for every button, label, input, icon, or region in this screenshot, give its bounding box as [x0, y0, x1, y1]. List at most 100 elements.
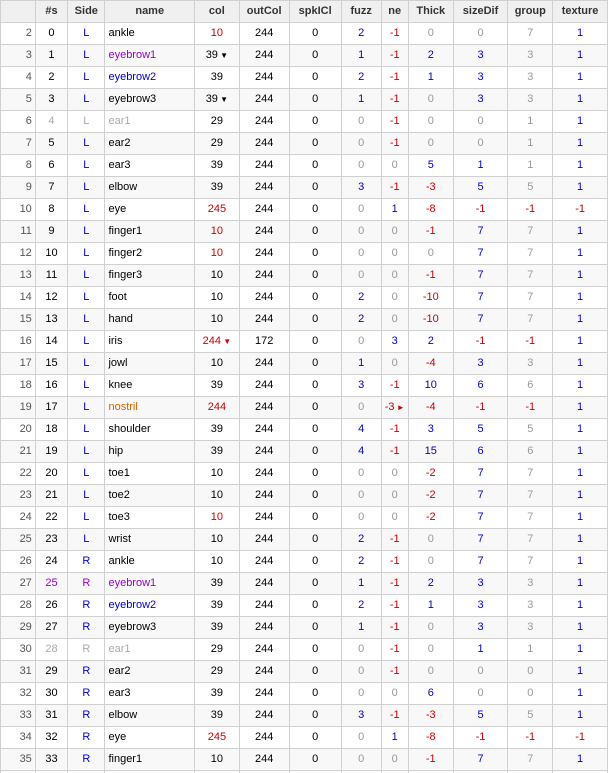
header-fuzz[interactable]: fuzz — [341, 1, 381, 23]
table-row[interactable]: 3129Rear22924400-10001 — [1, 661, 608, 683]
cell-spklci: 0 — [289, 617, 341, 639]
cell-name: ear1 — [105, 111, 195, 133]
header-group[interactable]: group — [508, 1, 553, 23]
cell-rownum: 23 — [1, 485, 36, 507]
cell-sizedif: 1 — [453, 639, 508, 661]
header-col[interactable]: col — [195, 1, 240, 23]
header-texture[interactable]: texture — [553, 1, 608, 23]
header-thick[interactable]: Thick — [408, 1, 453, 23]
cell-thick: -2 — [408, 485, 453, 507]
cell-col: 10 — [195, 243, 240, 265]
table-row[interactable]: 1816Lknee3924403-110661 — [1, 375, 608, 397]
cell-rownum: 35 — [1, 749, 36, 771]
cell-sizedif: 1 — [453, 155, 508, 177]
cell-group: 7 — [508, 485, 553, 507]
cell-texture: 1 — [553, 243, 608, 265]
cell-texture: 1 — [553, 287, 608, 309]
cell-fuzz: 2 — [341, 551, 381, 573]
cell-col: 10 — [195, 507, 240, 529]
cell-col: 244 — [195, 397, 240, 419]
table-row[interactable]: 75Lear22924400-10011 — [1, 133, 608, 155]
cell-fuzz: 2 — [341, 595, 381, 617]
header-outcol[interactable]: outCol — [239, 1, 289, 23]
cell-thick: 2 — [408, 573, 453, 595]
cell-side: L — [68, 177, 105, 199]
table-row[interactable]: 1311Lfinger310244000-1771 — [1, 265, 608, 287]
cell-sizedif: 5 — [453, 177, 508, 199]
cell-side: L — [68, 507, 105, 529]
table-row[interactable]: 53Leyebrow339 ▼24401-10331 — [1, 89, 608, 111]
table-row[interactable]: 119Lfinger110244000-1771 — [1, 221, 608, 243]
cell-texture: 1 — [553, 661, 608, 683]
cell-ne: 0 — [381, 749, 408, 771]
header-sizedif[interactable]: sizeDif — [453, 1, 508, 23]
table-row[interactable]: 2220Ltoe110244000-2771 — [1, 463, 608, 485]
cell-name: nostril — [105, 397, 195, 419]
table-row[interactable]: 2725Reyebrow13924401-12331 — [1, 573, 608, 595]
cell-name: jowl — [105, 353, 195, 375]
table-row[interactable]: 3331Relbow3924403-1-3551 — [1, 705, 608, 727]
cell-col: 10 — [195, 749, 240, 771]
header-s[interactable]: #s — [35, 1, 67, 23]
cell-outcol: 244 — [239, 463, 289, 485]
table-row[interactable]: 3432Reye245244001-8-1-1-1 — [1, 727, 608, 749]
header-name[interactable]: name — [105, 1, 195, 23]
cell-outcol: 244 — [239, 727, 289, 749]
table-row[interactable]: 86Lear3392440005111 — [1, 155, 608, 177]
cell-spklci: 0 — [289, 441, 341, 463]
table-row[interactable]: 3533Rfinger110244000-1771 — [1, 749, 608, 771]
table-row[interactable]: 2321Ltoe210244000-2771 — [1, 485, 608, 507]
table-row[interactable]: 1614Liris244 ▼1720032-1-11 — [1, 331, 608, 353]
cell-side: L — [68, 45, 105, 67]
cell-s: 12 — [35, 287, 67, 309]
table-row[interactable]: 2119Lhip3924404-115661 — [1, 441, 608, 463]
cell-col: 10 — [195, 23, 240, 45]
table-row[interactable]: 31Leyebrow139 ▼24401-12331 — [1, 45, 608, 67]
cell-spklci: 0 — [289, 529, 341, 551]
cell-group: 3 — [508, 595, 553, 617]
table-row[interactable]: 64Lear12924400-10011 — [1, 111, 608, 133]
cell-col: 39 — [195, 573, 240, 595]
cell-rownum: 19 — [1, 397, 36, 419]
header-spklci[interactable]: spkICl — [289, 1, 341, 23]
header-side[interactable]: Side — [68, 1, 105, 23]
table-row[interactable]: 2422Ltoe310244000-2771 — [1, 507, 608, 529]
cell-outcol: 244 — [239, 221, 289, 243]
cell-name: knee — [105, 375, 195, 397]
cell-side: R — [68, 617, 105, 639]
cell-ne: 0 — [381, 243, 408, 265]
table-row[interactable]: 1715Ljowl10244010-4331 — [1, 353, 608, 375]
cell-side: L — [68, 375, 105, 397]
cell-spklci: 0 — [289, 67, 341, 89]
cell-col: 29 — [195, 639, 240, 661]
table-row[interactable]: 2523Lwrist1024402-10771 — [1, 529, 608, 551]
table-row[interactable]: 2624Rankle1024402-10771 — [1, 551, 608, 573]
table-row[interactable]: 97Lelbow3924403-1-3551 — [1, 177, 608, 199]
cell-name: hip — [105, 441, 195, 463]
table-row[interactable]: 1210Lfinger2102440000771 — [1, 243, 608, 265]
table-row[interactable]: 108Leye245244001-8-1-1-1 — [1, 199, 608, 221]
cell-ne: -1 — [381, 661, 408, 683]
cell-texture: 1 — [553, 397, 608, 419]
main-container: #s Side name col outCol spkICl fuzz ne T… — [0, 0, 608, 773]
table-row[interactable]: 2018Lshoulder3924404-13551 — [1, 419, 608, 441]
cell-name: finger3 — [105, 265, 195, 287]
cell-fuzz: 4 — [341, 419, 381, 441]
table-row[interactable]: 20Lankle1024402-10071 — [1, 23, 608, 45]
cell-side: L — [68, 243, 105, 265]
table-row[interactable]: 3028Rear12924400-10111 — [1, 639, 608, 661]
header-ne[interactable]: ne — [381, 1, 408, 23]
table-row[interactable]: 1513Lhand10244020-10771 — [1, 309, 608, 331]
table-row[interactable]: 2927Reyebrow33924401-10331 — [1, 617, 608, 639]
table-row[interactable]: 1412Lfoot10244020-10771 — [1, 287, 608, 309]
table-row[interactable]: 2826Reyebrow23924402-11331 — [1, 595, 608, 617]
cell-rownum: 11 — [1, 221, 36, 243]
table-row[interactable]: 3230Rear3392440006001 — [1, 683, 608, 705]
cell-ne: -1 — [381, 177, 408, 199]
cell-rownum: 2 — [1, 23, 36, 45]
table-row[interactable]: 1917Lnostril24424400-3 ►-4-1-11 — [1, 397, 608, 419]
cell-outcol: 244 — [239, 573, 289, 595]
table-row[interactable]: 42Leyebrow23924402-11331 — [1, 67, 608, 89]
cell-outcol: 244 — [239, 683, 289, 705]
cell-fuzz: 2 — [341, 309, 381, 331]
